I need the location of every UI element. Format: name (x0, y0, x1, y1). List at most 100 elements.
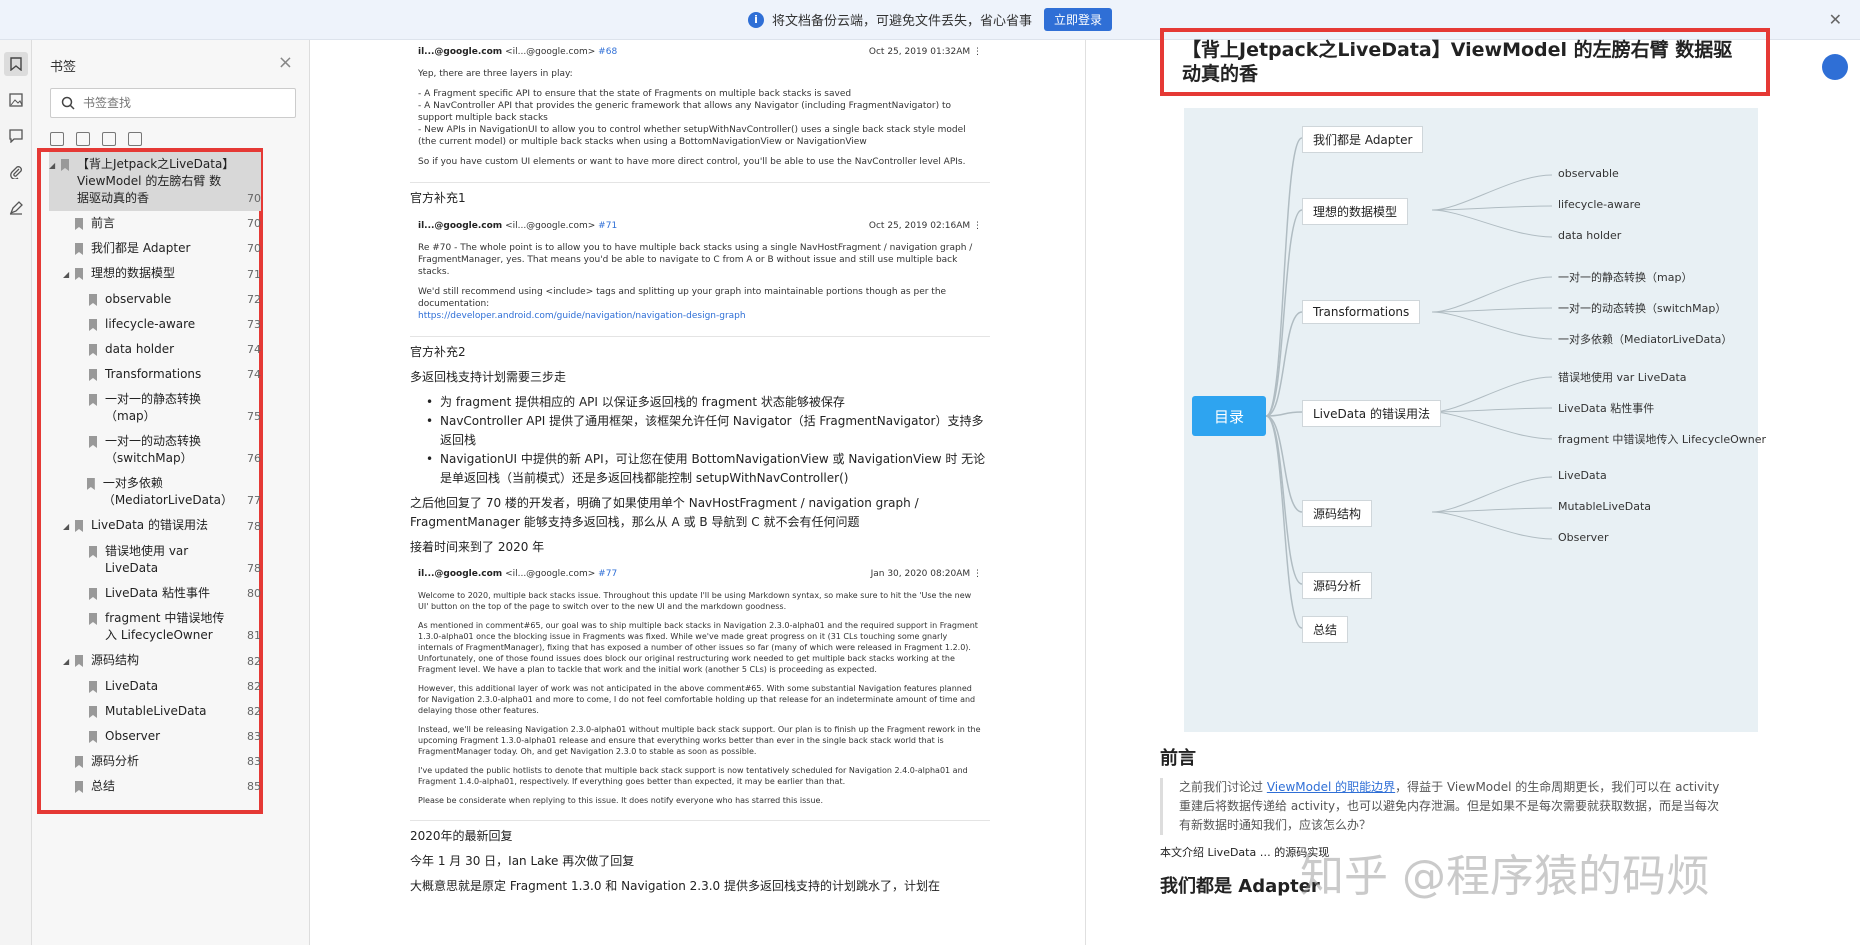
comment-line: We'd still recommend using <include> tag… (418, 287, 947, 309)
bookmark-item[interactable]: ◢ LiveData 的错误用法 78 (49, 513, 261, 539)
bookmark-page-number: 83 (247, 755, 261, 768)
bookmark-item[interactable]: ◢ 理想的数据模型 71 (49, 261, 261, 287)
doc-link[interactable]: https://developer.android.com/guide/navi… (418, 310, 982, 322)
bookmark-item[interactable]: LiveData 粘性事件 80 (49, 581, 261, 606)
bookmark-flag-icon (75, 218, 83, 230)
bookmark-item[interactable]: 我们都是 Adapter 70 (49, 236, 261, 261)
bookmark-item[interactable]: Transformations 74 (49, 362, 261, 387)
bullet-item: NavigationUI 中提供的新 API，可让您在使用 BottomNavi… (426, 450, 990, 488)
expand-arrow-icon[interactable]: ◢ (63, 517, 73, 535)
bookmark-search[interactable] (50, 88, 296, 118)
comment-line: Welcome to 2020, multiple back stacks is… (418, 591, 972, 611)
bookmark-label: 总结 (91, 779, 116, 793)
bookmark-page-number: 81 (247, 629, 261, 642)
comment-number[interactable]: #77 (598, 569, 617, 579)
bookmark-label: 源码分析 (91, 754, 140, 768)
expand-bookmark-icon[interactable] (102, 132, 116, 146)
bookmark-item[interactable]: data holder 74 (49, 337, 261, 362)
bookmark-label: lifecycle-aware (105, 317, 196, 331)
mindmap-leaf: lifecycle-aware (1558, 198, 1641, 211)
bookmark-page-number: 74 (247, 368, 261, 381)
bookmark-page-number: 73 (247, 318, 261, 331)
banner-text: 将文档备份云端，可避免文件丢失，省心省事 (771, 14, 1032, 29)
add-child-bookmark-icon[interactable] (76, 132, 90, 146)
close-banner-icon[interactable]: ✕ (1829, 10, 1842, 29)
comment-icon[interactable] (4, 124, 28, 148)
comment-line: Please be considerate when replying to t… (418, 796, 824, 805)
expand-arrow-icon[interactable]: ◢ (63, 265, 73, 283)
bookmark-item[interactable]: ◢ 源码结构 82 (49, 648, 261, 674)
comment-line: - A NavController API that provides the … (418, 101, 952, 123)
mindmap-branch: 总结 (1302, 616, 1349, 643)
bookmark-icon[interactable] (4, 52, 28, 76)
supplement-heading-1: 官方补充1 (410, 191, 466, 205)
expand-arrow-icon[interactable]: ◢ (63, 652, 73, 670)
mindmap-leaf: 错误地使用 var LiveData (1558, 371, 1687, 384)
floating-tool-icon[interactable] (1822, 54, 1848, 80)
comment-number[interactable]: #71 (598, 221, 617, 231)
bookmark-item[interactable]: 一对多依赖（MediatorLiveData） 77 (49, 471, 261, 513)
add-bookmark-icon[interactable] (50, 132, 64, 146)
delete-bookmark-icon[interactable] (128, 132, 142, 146)
bookmark-item[interactable]: LiveData 82 (49, 674, 261, 699)
mindmap-branch: LiveData 的错误用法 (1302, 400, 1441, 427)
close-panel-icon[interactable]: × (278, 52, 293, 73)
bookmark-page-number: 83 (247, 730, 261, 743)
watermark: 知乎 @程序猿的码烦 (1300, 851, 1710, 902)
bullet-item: NavController API 提供了通用框架，该框架允许任何 Naviga… (426, 412, 990, 450)
bookmark-item[interactable]: MutableLiveData 82 (49, 699, 261, 724)
paragraph: 今年 1 月 30 日，Ian Lake 再次做了回复 (410, 854, 635, 868)
bookmark-item[interactable]: Observer 83 (49, 724, 261, 749)
comment-number[interactable]: #68 (598, 47, 617, 57)
bookmark-page-number: 70 (247, 192, 261, 205)
login-button[interactable]: 立即登录 (1044, 8, 1113, 31)
bookmark-label: 理想的数据模型 (91, 266, 176, 280)
bookmark-label: observable (105, 292, 172, 306)
bookmark-item[interactable]: 一对一的静态转换（map） 75 (49, 387, 261, 429)
bookmark-flag-icon (75, 781, 83, 793)
bookmark-flag-icon (61, 159, 69, 171)
bookmark-item[interactable]: 错误地使用 var LiveData 78 (49, 539, 261, 581)
comment-line: I've updated the public hotlists to deno… (418, 766, 968, 786)
bookmark-label: data holder (105, 342, 175, 356)
bookmark-flag-icon (75, 243, 83, 255)
image-icon[interactable] (4, 88, 28, 112)
bookmark-item[interactable]: 一对一的动态转换（switchMap） 76 (49, 429, 261, 471)
bookmark-item[interactable]: lifecycle-aware 73 (49, 312, 261, 337)
attachment-icon[interactable] (4, 160, 28, 184)
mindmap-leaf: MutableLiveData (1558, 500, 1652, 513)
viewmodel-link[interactable]: ViewModel 的职能边界 (1267, 780, 1395, 794)
bookmark-item[interactable]: fragment 中错误地传入 LifecycleOwner 81 (49, 606, 261, 648)
bookmark-item[interactable]: 前言 70 (49, 211, 261, 236)
bookmark-label: 错误地使用 var LiveData (105, 544, 189, 575)
mindmap-connectors (1265, 137, 1553, 629)
expand-arrow-icon[interactable]: ◢ (49, 156, 59, 174)
bookmark-page-number: 85 (247, 780, 261, 793)
comment-email: <il...@google.com> (505, 47, 596, 57)
issue-comment-77: il...@google.com <il...@google.com> #77 J… (410, 563, 990, 821)
bullet-item: 为 fragment 提供相应的 API 以保证多返回栈的 fragment 状… (426, 393, 990, 412)
bookmark-search-input[interactable] (83, 96, 283, 110)
article-title: 【背上Jetpack之LiveData】ViewModel 的左膀右臂 数据驱动… (1160, 28, 1770, 96)
bookmark-item[interactable]: 源码分析 83 (49, 749, 261, 774)
bookmark-flag-icon (75, 756, 83, 768)
comment-author: il...@google.com (418, 221, 503, 231)
search-icon (61, 96, 75, 110)
bookmark-flag-icon (75, 520, 83, 532)
bookmark-item[interactable]: ◢ 【背上Jetpack之LiveData】ViewModel 的左膀右臂 数据驱… (49, 152, 261, 211)
bookmark-flag-icon (89, 731, 97, 743)
bookmark-item[interactable]: 总结 85 (49, 774, 261, 799)
sign-icon[interactable] (4, 196, 28, 220)
bookmark-item[interactable]: observable 72 (49, 287, 261, 312)
bookmark-label: MutableLiveData (105, 704, 207, 718)
mindmap-leaf: LiveData 粘性事件 (1558, 402, 1655, 415)
comment-line: Yep, there are three layers in play: (418, 69, 573, 79)
bookmark-flag-icon (89, 588, 97, 600)
preface-heading: 前言 (1160, 748, 1196, 769)
